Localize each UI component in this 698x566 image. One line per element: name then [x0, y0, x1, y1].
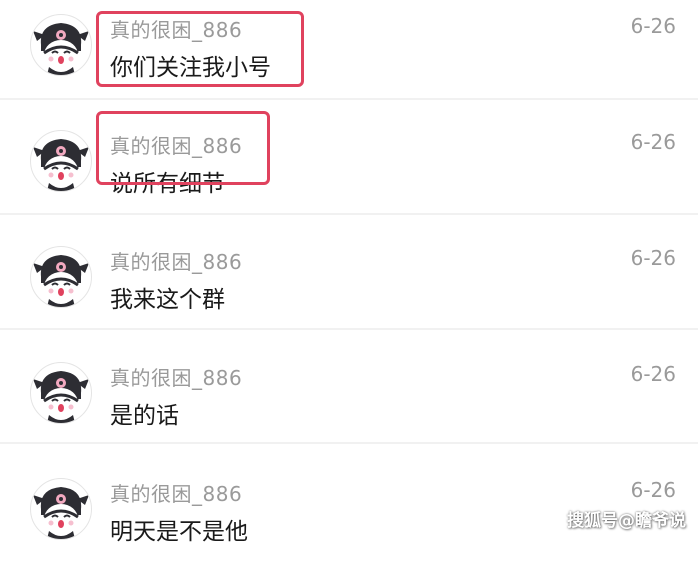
message-text: 我来这个群 [110, 287, 225, 313]
sender-name: 真的很困_886 [110, 18, 243, 42]
message-date: 6-26 [630, 14, 676, 38]
message-list: 真的很困_886 你们关注我小号 6-26 真的很困_886 说所有细节 6-2… [0, 0, 698, 545]
sender-name: 真的很困_886 [110, 482, 243, 506]
message-text: 你们关注我小号 [110, 55, 271, 81]
row-divider [0, 328, 698, 330]
message-row[interactable]: 真的很困_886 是的话 6-26 [0, 334, 698, 450]
message-row[interactable]: 真的很困_886 说所有细节 6-26 [0, 102, 698, 218]
message-date: 6-26 [630, 246, 676, 270]
kuromi-avatar-icon[interactable] [30, 14, 92, 76]
row-divider [0, 98, 698, 100]
row-divider [0, 442, 698, 444]
message-text: 说所有细节 [110, 171, 225, 197]
watermark-text: 搜狐号@瞻爷说 [567, 511, 686, 531]
kuromi-avatar-icon[interactable] [30, 362, 92, 424]
message-row[interactable]: 真的很困_886 我来这个群 6-26 [0, 218, 698, 334]
message-row[interactable]: 真的很困_886 你们关注我小号 6-26 [0, 0, 698, 102]
kuromi-avatar-icon[interactable] [30, 478, 92, 540]
sender-name: 真的很困_886 [110, 250, 243, 274]
message-date: 6-26 [630, 130, 676, 154]
sender-name: 真的很困_886 [110, 366, 243, 390]
sender-name: 真的很困_886 [110, 134, 243, 158]
kuromi-avatar-icon[interactable] [30, 130, 92, 192]
message-date: 6-26 [630, 478, 676, 502]
message-date: 6-26 [630, 362, 676, 386]
kuromi-avatar-icon[interactable] [30, 246, 92, 308]
message-text: 是的话 [110, 403, 179, 429]
row-divider [0, 213, 698, 215]
message-text: 明天是不是他 [110, 519, 248, 545]
